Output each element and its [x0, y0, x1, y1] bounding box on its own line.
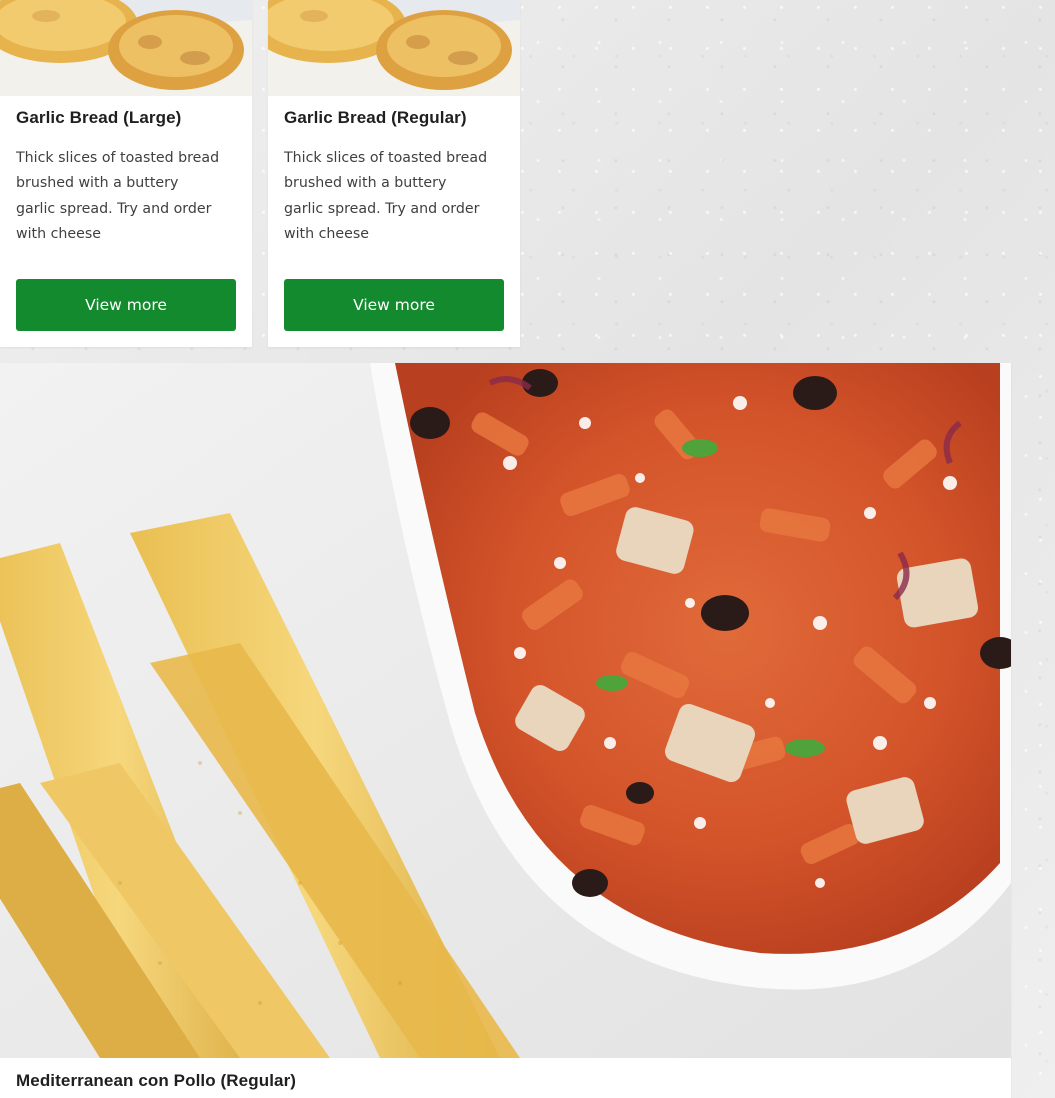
pasta-dish-image	[0, 363, 1011, 1058]
product-description: Thick slices of toasted bread brushed wi…	[284, 150, 488, 242]
product-title: Mediterranean con Pollo (Regular)	[16, 1071, 297, 1090]
garlic-bread-image	[268, 0, 520, 96]
garlic-bread-image	[0, 0, 252, 96]
product-card-garlic-bread-large: Garlic Bread (Large) Thick slices of toa…	[0, 0, 252, 347]
product-title: Garlic Bread (Large)	[16, 108, 182, 127]
product-card-mediterranean-con-pollo: Mediterranean con Pollo (Regular)	[0, 363, 1011, 1098]
view-more-button[interactable]: View more	[284, 279, 504, 331]
view-more-button[interactable]: View more	[16, 279, 236, 331]
product-description: Thick slices of toasted bread brushed wi…	[16, 150, 220, 242]
product-card-garlic-bread-regular: Garlic Bread (Regular) Thick slices of t…	[268, 0, 520, 347]
product-title: Garlic Bread (Regular)	[284, 108, 467, 127]
